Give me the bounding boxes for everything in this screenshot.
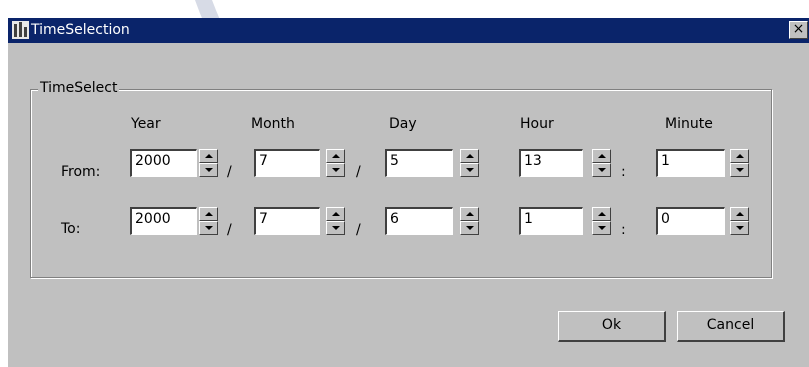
- to-date-separator-2: /: [356, 222, 361, 238]
- spin-up-arrow-icon: [332, 154, 340, 158]
- from-month-spinbox: 7: [254, 149, 345, 177]
- to-year-field[interactable]: 2000: [130, 207, 197, 235]
- from-year-up-button[interactable]: [199, 149, 218, 163]
- to-month-spinbox: 7: [254, 207, 345, 235]
- from-day-field[interactable]: 5: [385, 149, 453, 177]
- from-month-up-button[interactable]: [326, 149, 345, 163]
- spin-down-arrow-icon: [736, 226, 744, 230]
- spin-up-arrow-icon: [332, 212, 340, 216]
- to-month-field[interactable]: 7: [254, 207, 320, 235]
- spin-down-arrow-icon: [466, 168, 474, 172]
- to-hour-spinbox: 1: [519, 207, 611, 235]
- column-header-hour: Hour: [520, 116, 554, 132]
- to-row-label: To:: [61, 221, 81, 237]
- from-day-spinbox: 5: [385, 149, 479, 177]
- from-hour-spinbox: 13: [519, 149, 611, 177]
- to-hour-up-button[interactable]: [592, 207, 611, 221]
- to-minute-field[interactable]: 0: [656, 207, 725, 235]
- to-month-up-button[interactable]: [326, 207, 345, 221]
- from-year-spinbox: 2000: [130, 149, 218, 177]
- group-label: TimeSelect: [38, 79, 120, 97]
- from-date-separator-1: /: [227, 164, 232, 180]
- column-header-month: Month: [251, 116, 295, 132]
- from-minute-spinbox: 1: [656, 149, 749, 177]
- spin-down-arrow-icon: [332, 168, 340, 172]
- to-month-spin-buttons: [326, 207, 345, 235]
- from-hour-down-button[interactable]: [592, 163, 611, 177]
- to-day-down-button[interactable]: [460, 221, 479, 235]
- ok-button[interactable]: Ok: [558, 311, 666, 342]
- spin-down-arrow-icon: [736, 168, 744, 172]
- column-header-minute: Minute: [665, 116, 713, 132]
- from-hour-field[interactable]: 13: [519, 149, 583, 177]
- from-day-down-button[interactable]: [460, 163, 479, 177]
- spin-up-arrow-icon: [466, 212, 474, 216]
- time-selection-dialog: TimeSelection × TimeSelect Year Month Da…: [8, 18, 809, 367]
- to-day-field[interactable]: 6: [385, 207, 453, 235]
- to-minute-spinbox: 0: [656, 207, 749, 235]
- spin-up-arrow-icon: [205, 154, 213, 158]
- to-minute-down-button[interactable]: [730, 221, 749, 235]
- to-minute-up-button[interactable]: [730, 207, 749, 221]
- from-date-separator-2: /: [356, 164, 361, 180]
- cancel-button[interactable]: Cancel: [677, 311, 785, 342]
- spin-up-arrow-icon: [598, 212, 606, 216]
- from-day-up-button[interactable]: [460, 149, 479, 163]
- to-date-separator-1: /: [227, 222, 232, 238]
- to-year-up-button[interactable]: [199, 207, 218, 221]
- spin-down-arrow-icon: [598, 168, 606, 172]
- spin-down-arrow-icon: [466, 226, 474, 230]
- from-hour-up-button[interactable]: [592, 149, 611, 163]
- to-year-spin-buttons: [199, 207, 218, 235]
- from-month-spin-buttons: [326, 149, 345, 177]
- spin-down-arrow-icon: [598, 226, 606, 230]
- column-header-day: Day: [389, 116, 417, 132]
- from-year-field[interactable]: 2000: [130, 149, 197, 177]
- title-bar[interactable]: TimeSelection ×: [8, 18, 809, 43]
- to-year-down-button[interactable]: [199, 221, 218, 235]
- from-month-down-button[interactable]: [326, 163, 345, 177]
- spin-up-arrow-icon: [205, 212, 213, 216]
- app-icon: [12, 21, 29, 39]
- to-year-spinbox: 2000: [130, 207, 218, 235]
- to-time-separator: :: [621, 222, 626, 238]
- to-minute-spin-buttons: [730, 207, 749, 235]
- from-time-separator: :: [621, 164, 626, 180]
- to-day-spinbox: 6: [385, 207, 479, 235]
- from-hour-spin-buttons: [592, 149, 611, 177]
- spin-down-arrow-icon: [205, 168, 213, 172]
- to-month-down-button[interactable]: [326, 221, 345, 235]
- from-month-field[interactable]: 7: [254, 149, 320, 177]
- from-year-spin-buttons: [199, 149, 218, 177]
- from-minute-up-button[interactable]: [730, 149, 749, 163]
- spin-down-arrow-icon: [332, 226, 340, 230]
- to-hour-down-button[interactable]: [592, 221, 611, 235]
- from-minute-spin-buttons: [730, 149, 749, 177]
- from-year-down-button[interactable]: [199, 163, 218, 177]
- window-title: TimeSelection: [31, 22, 130, 38]
- to-hour-spin-buttons: [592, 207, 611, 235]
- spin-down-arrow-icon: [205, 226, 213, 230]
- close-icon[interactable]: ×: [789, 21, 808, 39]
- from-minute-field[interactable]: 1: [656, 149, 725, 177]
- spin-up-arrow-icon: [736, 212, 744, 216]
- column-header-year: Year: [131, 116, 161, 132]
- from-row-label: From:: [61, 164, 101, 180]
- spin-up-arrow-icon: [736, 154, 744, 158]
- spin-up-arrow-icon: [598, 154, 606, 158]
- to-day-spin-buttons: [460, 207, 479, 235]
- spin-up-arrow-icon: [466, 154, 474, 158]
- to-hour-field[interactable]: 1: [519, 207, 583, 235]
- from-day-spin-buttons: [460, 149, 479, 177]
- from-minute-down-button[interactable]: [730, 163, 749, 177]
- to-day-up-button[interactable]: [460, 207, 479, 221]
